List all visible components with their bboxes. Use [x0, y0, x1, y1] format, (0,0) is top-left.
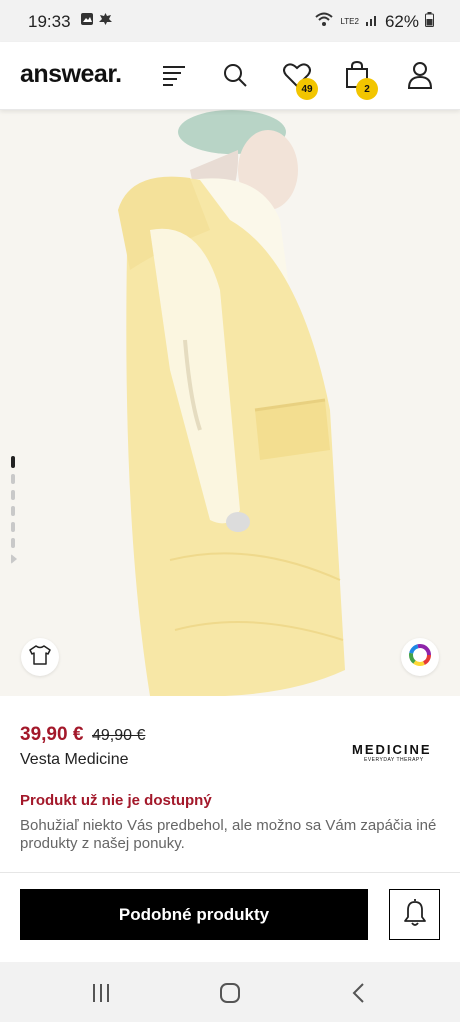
- app-notification-icon: [98, 12, 113, 29]
- menu-icon[interactable]: [157, 58, 191, 92]
- gallery-dot-arrow: [11, 554, 17, 564]
- user-icon[interactable]: [403, 58, 437, 92]
- product-photo-illustration: [0, 110, 460, 696]
- top-header: answear. 49 2: [0, 42, 460, 110]
- gallery-dot: [11, 490, 15, 500]
- search-icon[interactable]: [218, 58, 252, 92]
- answear-logo[interactable]: answear.: [20, 60, 122, 89]
- size-guide-button[interactable]: [21, 638, 59, 676]
- gallery-dot: [11, 456, 15, 468]
- network-label: LTE2: [340, 16, 359, 26]
- current-price: 39,90 €: [20, 724, 84, 745]
- battery-percent: 62%: [384, 11, 419, 31]
- similar-products-button[interactable]: Podobné produkty: [20, 889, 368, 940]
- back-icon[interactable]: [346, 980, 372, 1006]
- tshirt-icon: [28, 644, 52, 671]
- recent-apps-icon[interactable]: [88, 980, 114, 1006]
- status-bar: 19:33 LTE2 62%: [0, 0, 460, 42]
- brand-tagline: EVERYDAY THERAPY: [364, 757, 424, 763]
- status-time: 19:33: [28, 12, 71, 31]
- product-name: Vesta Medicine: [20, 751, 129, 768]
- gallery-dot: [11, 506, 15, 516]
- brand-logo[interactable]: MEDICINE: [352, 742, 432, 757]
- gallery-dot: [11, 522, 15, 532]
- wishlist-count-badge: 49: [296, 78, 318, 100]
- unavailable-description: Bohužiaľ niekto Vás predbehol, ale možno…: [20, 817, 437, 852]
- gallery-dot: [11, 538, 15, 548]
- notify-button[interactable]: [389, 889, 440, 940]
- system-nav-bar: [0, 962, 460, 1022]
- unavailable-title: Produkt už nie je dostupný: [20, 792, 212, 809]
- color-picker-button[interactable]: [401, 638, 439, 676]
- bag-icon[interactable]: 2: [340, 58, 378, 100]
- heart-icon[interactable]: 49: [280, 58, 318, 100]
- old-price: 49,90 €: [92, 727, 146, 744]
- divider: [0, 872, 460, 873]
- gallery-notification-icon: [80, 12, 94, 29]
- color-wheel-icon: [408, 643, 432, 672]
- bell-icon: [403, 897, 427, 932]
- gallery-indicator: [11, 456, 17, 570]
- product-image[interactable]: [0, 110, 460, 696]
- wifi-icon: [314, 11, 334, 32]
- cart-count-badge: 2: [356, 78, 378, 100]
- battery-icon: [425, 11, 434, 32]
- gallery-dot: [11, 474, 15, 484]
- home-icon[interactable]: [217, 980, 243, 1006]
- signal-icon: [365, 12, 379, 32]
